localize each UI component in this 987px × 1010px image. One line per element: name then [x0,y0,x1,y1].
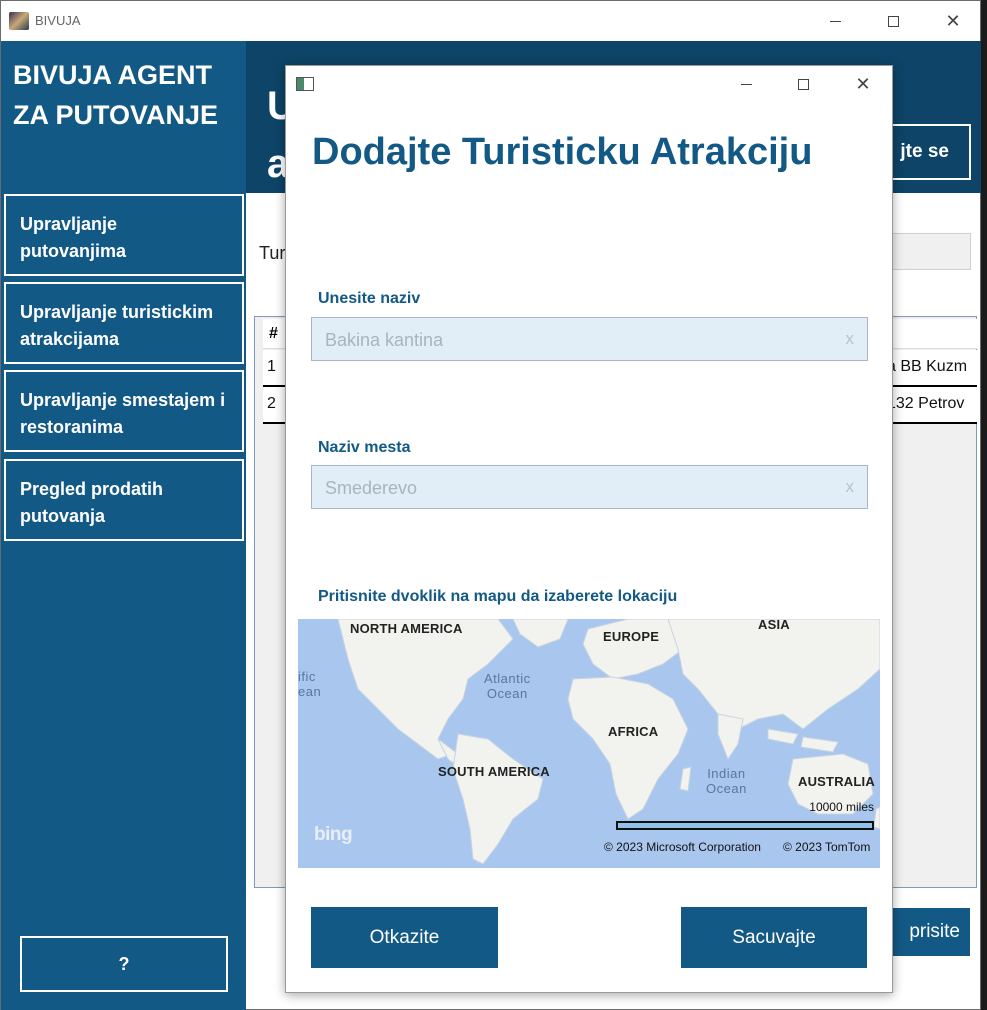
nav-item-attractions[interactable]: Upravljanje turistickim atrakcijama [4,282,244,364]
close-icon: ✕ [945,10,961,32]
dialog-close-button[interactable]: ✕ [838,66,888,102]
place-label: Naziv mesta [318,439,411,456]
map-label-australia: AUSTRALIA [798,774,875,789]
row-number: 2 [267,395,276,412]
edit-button[interactable]: prisite [881,908,970,956]
maximize-button[interactable] [867,1,919,41]
map-label-north-america: NORTH AMERICA [350,621,463,636]
map-label-south-america: SOUTH AMERICA [438,764,550,779]
map-label-atlantic: Atlantic Ocean [484,671,531,701]
map-scale-bar [616,821,874,830]
app-icon [9,12,29,30]
cancel-button[interactable]: Otkazite [311,907,498,968]
map-landmasses [337,619,880,865]
column-header-number: # [269,325,278,342]
map-copyright-microsoft: © 2023 Microsoft Corporation [604,840,761,854]
map-label-europe: EUROPE [603,629,660,644]
close-button[interactable]: ✕ [927,1,979,41]
clear-place-icon[interactable]: x [846,477,855,497]
nav-item-trips[interactable]: Upravljanje putovanjima [4,194,244,276]
search-input[interactable] [891,233,971,270]
row-address: a BB Kuzm [887,358,968,375]
dialog-minimize-button[interactable] [721,66,771,102]
location-map[interactable]: NORTH AMERICA EUROPE ASIA AFRICA SOUTH A… [298,619,880,868]
main-titlebar[interactable]: BIVUJA ✕ [1,1,980,41]
map-label-africa: AFRICA [608,724,659,739]
bing-logo: bing [314,824,353,845]
row-address: 132 Petrov [887,395,965,412]
sidebar: BIVUJA AGENT ZA PUTOVANJE Upravljanje pu… [1,41,246,1010]
maximize-icon [797,78,809,90]
map-scale-label: 10000 miles [809,800,874,814]
app-title: BIVUJA [35,13,81,28]
name-label: Unesite naziv [318,290,421,307]
dialog-heading: Dodajte Turisticku Atrakciju [312,131,813,173]
maximize-icon [887,15,899,27]
save-button[interactable]: Sacuvajte [681,907,867,968]
minimize-button[interactable] [809,1,861,41]
map-label-indian: Indian Ocean [706,766,747,796]
dialog-maximize-button[interactable] [778,66,828,102]
add-attraction-dialog: ✕ Dodajte Turisticku Atrakciju Unesite n… [285,65,893,993]
minimize-icon [740,83,752,85]
map-label-pacific: ific ean [298,669,322,699]
map-label-asia: ASIA [758,619,790,632]
help-button[interactable]: ? [20,936,228,992]
nav-item-accommodation[interactable]: Upravljanje smestajem i restoranima [4,370,244,452]
dialog-window-icon [296,77,314,91]
name-input-value: Bakina kantina [325,330,444,350]
map-copyright-tomtom: © 2023 TomTom [783,840,871,854]
dialog-titlebar[interactable]: ✕ [286,66,892,102]
map-instruction: Pritisnite dvoklik na mapu da izaberete … [318,588,678,605]
place-input[interactable]: Smederevo x [311,465,868,509]
clear-name-icon[interactable]: x [846,329,855,349]
close-icon: ✕ [855,73,871,95]
name-input[interactable]: Bakina kantina x [311,317,868,361]
brand-title: BIVUJA AGENT ZA PUTOVANJE [13,60,219,130]
row-number: 1 [267,358,276,375]
place-input-value: Smederevo [325,478,418,498]
minimize-icon [829,20,841,22]
nav-item-sold-trips[interactable]: Pregled prodatih putovanja [4,459,244,541]
